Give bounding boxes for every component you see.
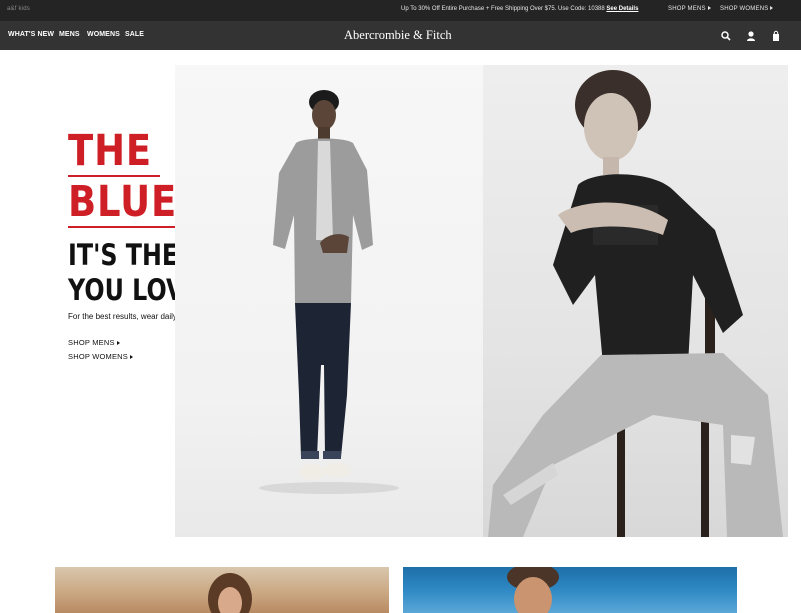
model-man-illustration	[259, 90, 399, 494]
tile-woman-illustration	[208, 573, 252, 613]
main-nav: WHAT'S NEW MENS WOMENS SALE Abercrombie …	[0, 21, 801, 50]
promo-bar: a&f kids Up To 30% Off Entire Purchase +…	[0, 0, 801, 21]
hero-shop-mens-link[interactable]: SHOP MENS	[68, 338, 120, 347]
kids-link[interactable]: a&f kids	[7, 6, 30, 12]
model-woman-illustration	[488, 70, 783, 537]
hero-photo-men[interactable]	[175, 65, 483, 537]
nav-item-sale[interactable]: SALE	[125, 31, 144, 38]
promo-text: Up To 30% Off Entire Purchase + Free Shi…	[401, 6, 638, 12]
tile-man-illustration	[507, 567, 559, 613]
arrow-right-icon	[130, 355, 133, 359]
promo-shop-womens-link[interactable]: SHOP WOMENS	[720, 6, 774, 12]
arrow-right-icon	[707, 6, 711, 10]
promo-message: Up To 30% Off Entire Purchase + Free Shi…	[401, 6, 605, 12]
nav-item-whats-new[interactable]: WHAT'S NEW	[8, 31, 54, 38]
hero-tagline: For the best results, wear daily.	[68, 312, 179, 321]
brand-logo[interactable]: Abercrombie & Fitch	[344, 28, 452, 43]
promo-shop-mens-label: SHOP MENS	[668, 6, 706, 12]
account-icon[interactable]	[745, 29, 757, 41]
arrow-right-icon	[770, 6, 774, 10]
promo-shop-womens-label: SHOP WOMENS	[720, 6, 769, 12]
nav-item-mens[interactable]: MENS	[59, 31, 80, 38]
promo-tile-men[interactable]	[403, 567, 737, 613]
search-icon[interactable]	[720, 29, 732, 41]
promo-shop-mens-link[interactable]: SHOP MENS	[668, 6, 711, 12]
hero-shop-womens-link[interactable]: SHOP WOMENS	[68, 352, 133, 361]
see-details-link[interactable]: See Details	[606, 6, 638, 12]
hero-shop-mens-label: SHOP MENS	[68, 338, 115, 347]
shopping-bag-icon[interactable]	[770, 29, 782, 41]
nav-item-womens[interactable]: WOMENS	[87, 31, 120, 38]
hero-photo-women[interactable]	[483, 65, 788, 537]
hero-shop-womens-label: SHOP WOMENS	[68, 352, 128, 361]
arrow-right-icon	[116, 341, 120, 345]
promo-tile-women[interactable]	[55, 567, 389, 613]
